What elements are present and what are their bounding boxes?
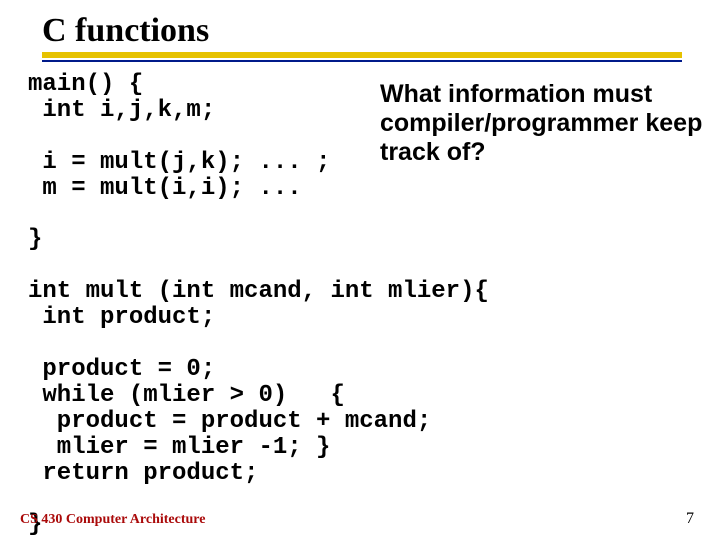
callout-text: What information must compiler/programme… — [380, 80, 720, 166]
slide: C functions main() { int i,j,k,m; i = mu… — [0, 0, 720, 540]
title-underline-thick — [42, 52, 682, 58]
title-underline-thin — [42, 60, 682, 62]
slide-title: C functions — [42, 12, 696, 50]
footer-page-number: 7 — [686, 510, 694, 528]
footer-course-label: CS 430 Computer Architecture — [20, 512, 205, 528]
title-wrap: C functions — [28, 12, 696, 50]
slide-body: main() { int i,j,k,m; i = mult(j,k); ...… — [28, 72, 696, 538]
